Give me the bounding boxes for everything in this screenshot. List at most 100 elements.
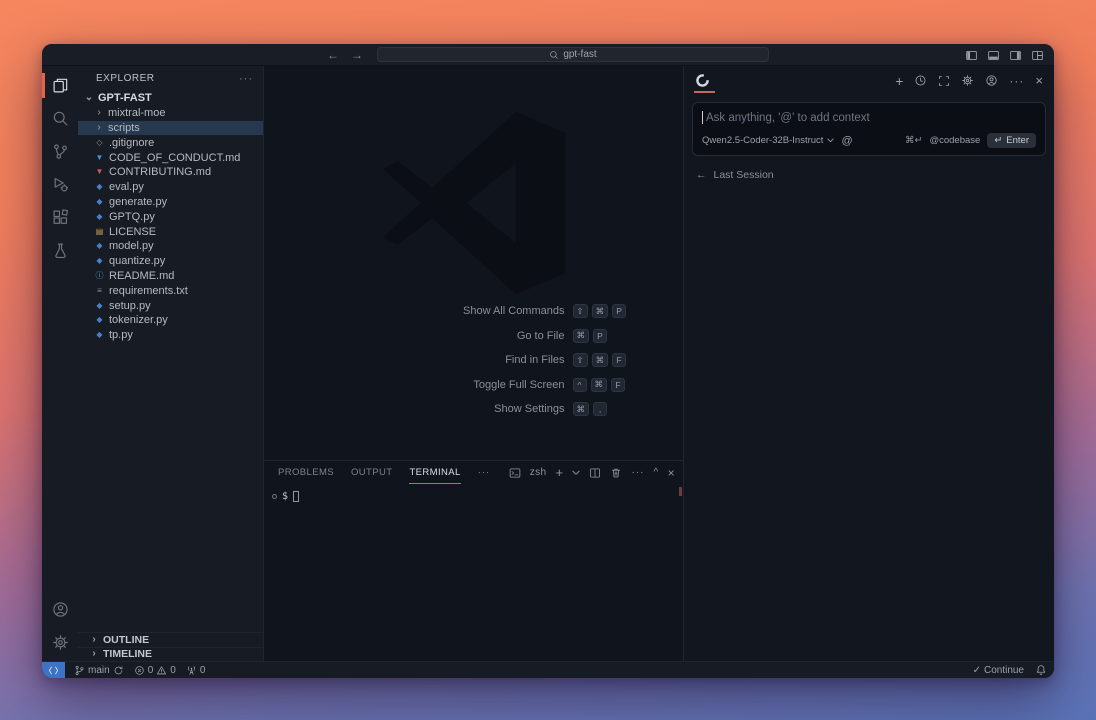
tree-file-tp-py[interactable]: ◆ tp.py <box>78 328 263 343</box>
chevron-right-icon: › <box>89 649 99 659</box>
shortcut-row: Toggle Full Screen^⌘F <box>309 378 639 392</box>
text-caret <box>702 111 703 124</box>
account-icon[interactable] <box>985 74 998 87</box>
toggle-panel-icon[interactable] <box>987 49 1000 62</box>
python-icon: ◆ <box>94 302 105 310</box>
chat-input-toolbar: Qwen2.5-Coder-32B-Instruct @ ⌘↵ @codebas… <box>702 133 1036 148</box>
chat-more-icon[interactable]: ··· <box>1009 74 1024 88</box>
tree-file-license[interactable]: ▤LICENSE <box>78 224 263 239</box>
trash-icon[interactable] <box>610 467 622 479</box>
explorer-activity-icon[interactable] <box>42 69 78 102</box>
tree-file-gptq-py[interactable]: ◆GPTQ.py <box>78 209 263 224</box>
panel-tabs-more-icon[interactable]: ··· <box>478 461 491 484</box>
chevron-down-icon: ⌄ <box>84 93 94 103</box>
file-label: tp.py <box>109 329 133 341</box>
toggle-secondary-sidebar-icon[interactable] <box>1009 49 1022 62</box>
terminal-content[interactable]: $ <box>264 484 683 502</box>
chat-input-line[interactable]: Ask anything, '@' to add context <box>702 111 1036 124</box>
tree-root-folder[interactable]: ⌄ GPT-FAST <box>78 91 263 106</box>
customize-layout-icon[interactable] <box>1031 49 1044 62</box>
new-terminal-icon[interactable]: + <box>555 465 563 480</box>
warning-icon <box>156 665 167 676</box>
tree-file-eval-py[interactable]: ◆eval.py <box>78 180 263 195</box>
tree-folder-scripts[interactable]: ›scripts <box>78 121 263 136</box>
last-session-link[interactable]: ← Last Session <box>684 156 1054 194</box>
tree-file-generate-py[interactable]: ◆generate.py <box>78 195 263 210</box>
python-icon: ◆ <box>94 242 105 250</box>
panel-tab-output[interactable]: OUTPUT <box>351 461 392 484</box>
chat-header: + ··· × <box>684 66 1054 95</box>
shortcut-row: Show All Commands⇧⌘P <box>309 304 639 318</box>
remote-indicator[interactable] <box>42 662 65 678</box>
run-debug-activity-icon[interactable] <box>42 168 78 201</box>
section-outline[interactable]: ›OUTLINE <box>78 632 263 647</box>
tree-file-quantize-py[interactable]: ◆quantize.py <box>78 254 263 269</box>
extensions-icon <box>52 209 69 226</box>
tree-folder-mixtral-moe[interactable]: ›mixtral-moe <box>78 106 263 121</box>
split-terminal-icon[interactable] <box>589 467 601 479</box>
explorer-more-icon[interactable]: ··· <box>239 73 253 85</box>
extensions-activity-icon[interactable] <box>42 201 78 234</box>
tree-file-requirements-txt[interactable]: ≡requirements.txt <box>78 283 263 298</box>
check-icon: ✓ <box>973 665 981 676</box>
panel-tab-terminal[interactable]: TERMINAL <box>409 461 460 484</box>
keycap: ⌘ <box>591 378 608 392</box>
files-icon <box>52 77 69 94</box>
problems-status-item[interactable]: 0 0 <box>129 665 181 676</box>
tree-file--gitignore[interactable]: ◇.gitignore <box>78 135 263 150</box>
keycap: ^ <box>573 378 587 392</box>
panel-scroll-mark <box>679 487 682 496</box>
titlebar: ← → gpt-fast <box>42 44 1054 66</box>
command-center-search[interactable]: gpt-fast <box>377 47 769 62</box>
add-context-icon[interactable]: @ <box>841 135 852 147</box>
search-activity-icon[interactable] <box>42 102 78 135</box>
chat-close-icon[interactable]: × <box>1035 73 1043 88</box>
tree-file-tokenizer-py[interactable]: ◆tokenizer.py <box>78 313 263 328</box>
codebase-label[interactable]: @codebase <box>929 135 980 146</box>
terminal-cursor <box>293 491 299 502</box>
enter-button[interactable]: ↵ Enter <box>987 133 1036 148</box>
gear-icon[interactable] <box>961 74 974 87</box>
shortcut-keys: ⌘, <box>573 402 639 416</box>
shortcut-row: Find in Files⇧⌘F <box>309 353 639 367</box>
ports-status-item[interactable]: 0 <box>181 665 211 676</box>
shortcut-row: Show Settings⌘, <box>309 402 639 416</box>
frame-icon[interactable] <box>938 75 950 87</box>
shortcut-keys: ⌘P <box>573 329 639 343</box>
model-selector[interactable]: Qwen2.5-Coder-32B-Instruct <box>702 135 834 146</box>
tree-file-contributing-md[interactable]: ▼CONTRIBUTING.md <box>78 165 263 180</box>
keyboard-shortcuts-list: Show All Commands⇧⌘PGo to File⌘PFind in … <box>264 304 683 416</box>
settings-activity-icon[interactable] <box>42 626 78 659</box>
section-timeline[interactable]: ›TIMELINE <box>78 647 263 662</box>
toggle-primary-sidebar-icon[interactable] <box>965 49 978 62</box>
testing-activity-icon[interactable] <box>42 234 78 267</box>
back-arrow-icon[interactable]: ← <box>327 49 339 61</box>
terminal-dropdown-icon[interactable] <box>572 470 580 476</box>
branch-status-item[interactable]: main <box>69 665 129 676</box>
tree-file-readme-md[interactable]: ⓘREADME.md <box>78 269 263 284</box>
file-label: scripts <box>108 122 140 134</box>
file-label: CONTRIBUTING.md <box>109 166 211 178</box>
continue-status-item[interactable]: ✓ Continue <box>968 665 1029 676</box>
chat-input-box[interactable]: Ask anything, '@' to add context Qwen2.5… <box>692 102 1046 156</box>
tree-file-model-py[interactable]: ◆model.py <box>78 239 263 254</box>
shortcut-keys: ⇧⌘P <box>573 304 639 318</box>
accounts-activity-icon[interactable] <box>42 593 78 626</box>
panel-more-icon[interactable]: ··· <box>631 467 644 478</box>
new-chat-icon[interactable]: + <box>895 74 903 88</box>
tree-file-code-of-conduct-md[interactable]: ▼CODE_OF_CONDUCT.md <box>78 150 263 165</box>
file-label: generate.py <box>109 196 167 208</box>
panel-maximize-icon[interactable]: ^ <box>653 467 658 478</box>
main-area: EXPLORER ··· ⌄ GPT-FAST ›mixtral-moe›scr… <box>42 66 1054 661</box>
flask-icon <box>52 242 69 259</box>
tree-file-setup-py[interactable]: ◆setup.py <box>78 298 263 313</box>
activity-bar <box>42 66 78 661</box>
python-icon: ◆ <box>94 331 105 339</box>
panel-tab-problems[interactable]: PROBLEMS <box>278 461 334 484</box>
forward-arrow-icon[interactable]: → <box>351 49 363 61</box>
history-icon[interactable] <box>914 74 927 87</box>
file-label: GPTQ.py <box>109 211 155 223</box>
panel-close-icon[interactable]: × <box>668 466 675 480</box>
bell-icon[interactable] <box>1035 664 1047 676</box>
source-control-activity-icon[interactable] <box>42 135 78 168</box>
